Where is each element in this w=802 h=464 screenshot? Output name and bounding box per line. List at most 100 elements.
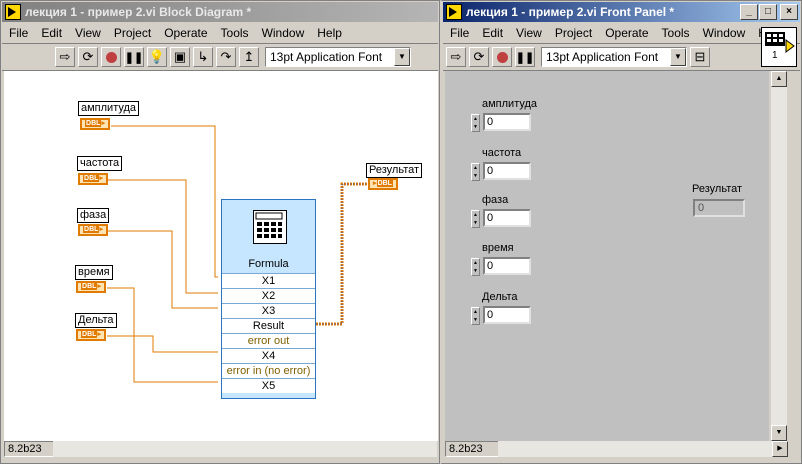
bd-window-title: лекция 1 - пример 2.vi Block Diagram * (25, 5, 252, 19)
align-objects-icon[interactable]: ⊟ (690, 47, 710, 67)
highlight-execution-icon[interactable]: 💡 (147, 47, 167, 67)
connector-label: 1 (772, 50, 778, 61)
increment-decrement-icon[interactable]: ▲ ▼ (471, 163, 480, 181)
bd-titlebar[interactable]: лекция 1 - пример 2.vi Block Diagram * (2, 2, 438, 22)
wire-result (313, 182, 368, 326)
bd-terminal-amplituda[interactable]: DBL▸ (80, 118, 110, 130)
scroll-down-icon[interactable]: ▼ (771, 425, 787, 441)
fp-numeric-amplituda-value[interactable]: 0 (483, 113, 531, 131)
fp-statusbar: 8.2b23 (445, 441, 499, 457)
fp-version: 8.2b23 (445, 441, 499, 457)
formula-input-x5[interactable]: X5 (222, 378, 315, 393)
pause-icon[interactable]: ❚❚ (515, 47, 535, 67)
fp-numeric-vremya-value[interactable]: 0 (483, 257, 531, 275)
increment-decrement-icon[interactable]: ▲ ▼ (471, 258, 480, 276)
increment-decrement-icon[interactable]: ▲ ▼ (471, 114, 480, 132)
fp-menu-edit[interactable]: Edit (475, 26, 509, 40)
wire-chastota (108, 179, 218, 294)
bd-label-amplituda: амплитуда (78, 101, 140, 116)
bd-horizontal-scrollbar[interactable] (53, 441, 437, 457)
fp-font-select[interactable]: 13pt Application Font ▼ (541, 47, 687, 67)
block-diagram-window: лекция 1 - пример 2.vi Block Diagram * F… (0, 0, 440, 464)
fp-menu-view[interactable]: View (509, 26, 548, 40)
run-arrow-icon[interactable]: ⇨ (55, 47, 75, 67)
bd-menu-tools[interactable]: Tools (214, 26, 255, 40)
formula-input-x2[interactable]: X2 (222, 288, 315, 303)
chevron-down-icon[interactable]: ▼ (394, 48, 410, 66)
increment-decrement-icon[interactable]: ▲ ▼ (471, 307, 480, 325)
abort-icon[interactable] (492, 47, 512, 67)
step-into-icon[interactable]: ↳ (193, 47, 213, 67)
bd-menu-file[interactable]: File (2, 26, 34, 40)
fp-numeric-faza-value[interactable]: 0 (483, 209, 531, 227)
fp-indicator-result: 0 (693, 199, 745, 217)
chevron-down-icon[interactable]: ▼ (670, 48, 686, 66)
bd-menu-window[interactable]: Window (255, 26, 311, 40)
bd-menu-edit[interactable]: Edit (34, 26, 68, 40)
fp-label-vremya: время (482, 242, 514, 254)
bd-terminal-faza[interactable]: DBL▸ (78, 224, 108, 236)
run-continuously-icon[interactable]: ⟳ (469, 47, 489, 67)
fp-menu-window[interactable]: Window (696, 26, 752, 40)
formula-input-x4[interactable]: X4 (222, 348, 315, 363)
fp-label-amplituda: амплитуда (482, 98, 538, 110)
fp-numeric-chastota[interactable]: ▲ ▼ 0 (471, 162, 533, 182)
formula-title: Formula (248, 258, 289, 270)
labview-app-icon (5, 4, 21, 20)
bd-menu-project[interactable]: Project (107, 26, 157, 40)
block-diagram-canvas[interactable]: амплитуда DBL▸ частота DBL▸ фаза DBL▸ вр… (4, 71, 438, 441)
fp-label-faza: фаза (482, 194, 509, 206)
bd-menu-view[interactable]: View (68, 26, 107, 40)
fp-numeric-delta-value[interactable]: 0 (483, 306, 531, 324)
front-panel-canvas[interactable]: амплитуда ▲ ▼ 0 частота ▲ ▼ 0 фаза ▲ ▼ 0 вр… (445, 71, 769, 441)
increment-decrement-icon[interactable]: ▲ ▼ (471, 210, 480, 228)
fp-numeric-faza[interactable]: ▲ ▼ 0 (471, 209, 533, 229)
bd-terminal-delta[interactable]: DBL▸ (76, 329, 106, 341)
bd-terminal-chastota[interactable]: DBL▸ (78, 173, 108, 185)
formula-input-x3[interactable]: X3 (222, 303, 315, 318)
close-icon[interactable]: × (780, 4, 798, 20)
fp-label-result: Результат (692, 183, 743, 195)
fp-menu-tools[interactable]: Tools (655, 26, 696, 40)
formula-input-error-in[interactable]: error in (no error) (222, 363, 315, 378)
bd-menu-operate[interactable]: Operate (157, 26, 213, 40)
fp-menu-operate[interactable]: Operate (598, 26, 654, 40)
fp-titlebar[interactable]: лекция 1 - пример 2.vi Front Panel * _ □… (443, 2, 800, 22)
bd-version: 8.2b23 (4, 441, 58, 457)
formula-output-error-out[interactable]: error out (222, 333, 315, 348)
wire-amplituda (111, 125, 218, 278)
fp-numeric-delta[interactable]: ▲ ▼ 0 (471, 306, 533, 326)
fp-menu-project[interactable]: Project (548, 26, 598, 40)
bd-label-chastota: частота (77, 156, 123, 171)
bd-label-result: Результат (366, 163, 423, 178)
abort-icon[interactable] (101, 47, 121, 67)
run-continuously-icon[interactable]: ⟳ (78, 47, 98, 67)
formula-express-vi[interactable]: Formula X1 X2 X3 Result error out X4 err… (221, 199, 316, 399)
fp-numeric-chastota-value[interactable]: 0 (483, 162, 531, 180)
maximize-icon[interactable]: □ (759, 4, 777, 20)
fp-numeric-vremya[interactable]: ▲ ▼ 0 (471, 257, 533, 277)
formula-input-x1[interactable]: X1 (222, 273, 315, 288)
bd-statusbar: 8.2b23 (4, 441, 58, 457)
scroll-right-icon[interactable]: ▶ (772, 441, 788, 457)
step-over-icon[interactable]: ↷ (216, 47, 236, 67)
wire-faza (108, 230, 218, 309)
run-arrow-icon[interactable]: ⇨ (446, 47, 466, 67)
formula-calculator-icon (253, 210, 287, 244)
formula-output-result[interactable]: Result (222, 318, 315, 333)
fp-numeric-amplituda[interactable]: ▲ ▼ 0 (471, 113, 533, 133)
scroll-up-icon[interactable]: ▲ (771, 71, 787, 87)
bd-terminal-result[interactable]: ▸DBL (368, 178, 398, 190)
retain-wire-values-icon[interactable]: ▣ (170, 47, 190, 67)
pause-icon[interactable]: ❚❚ (124, 47, 144, 67)
wire-vremya (107, 287, 218, 383)
bd-terminal-vremya[interactable]: DBL▸ (76, 281, 106, 293)
connector-pane-icon[interactable]: 1 (761, 27, 797, 67)
bd-font-select[interactable]: 13pt Application Font ▼ (265, 47, 411, 67)
bd-menu-help[interactable]: Help (310, 26, 348, 40)
fp-menu-file[interactable]: File (443, 26, 475, 40)
step-out-icon[interactable]: ↥ (239, 47, 259, 67)
minimize-icon[interactable]: _ (740, 4, 758, 20)
fp-horizontal-scrollbar[interactable]: ▶ (498, 441, 788, 457)
fp-vertical-scrollbar[interactable]: ▲ ▼ (771, 71, 787, 441)
